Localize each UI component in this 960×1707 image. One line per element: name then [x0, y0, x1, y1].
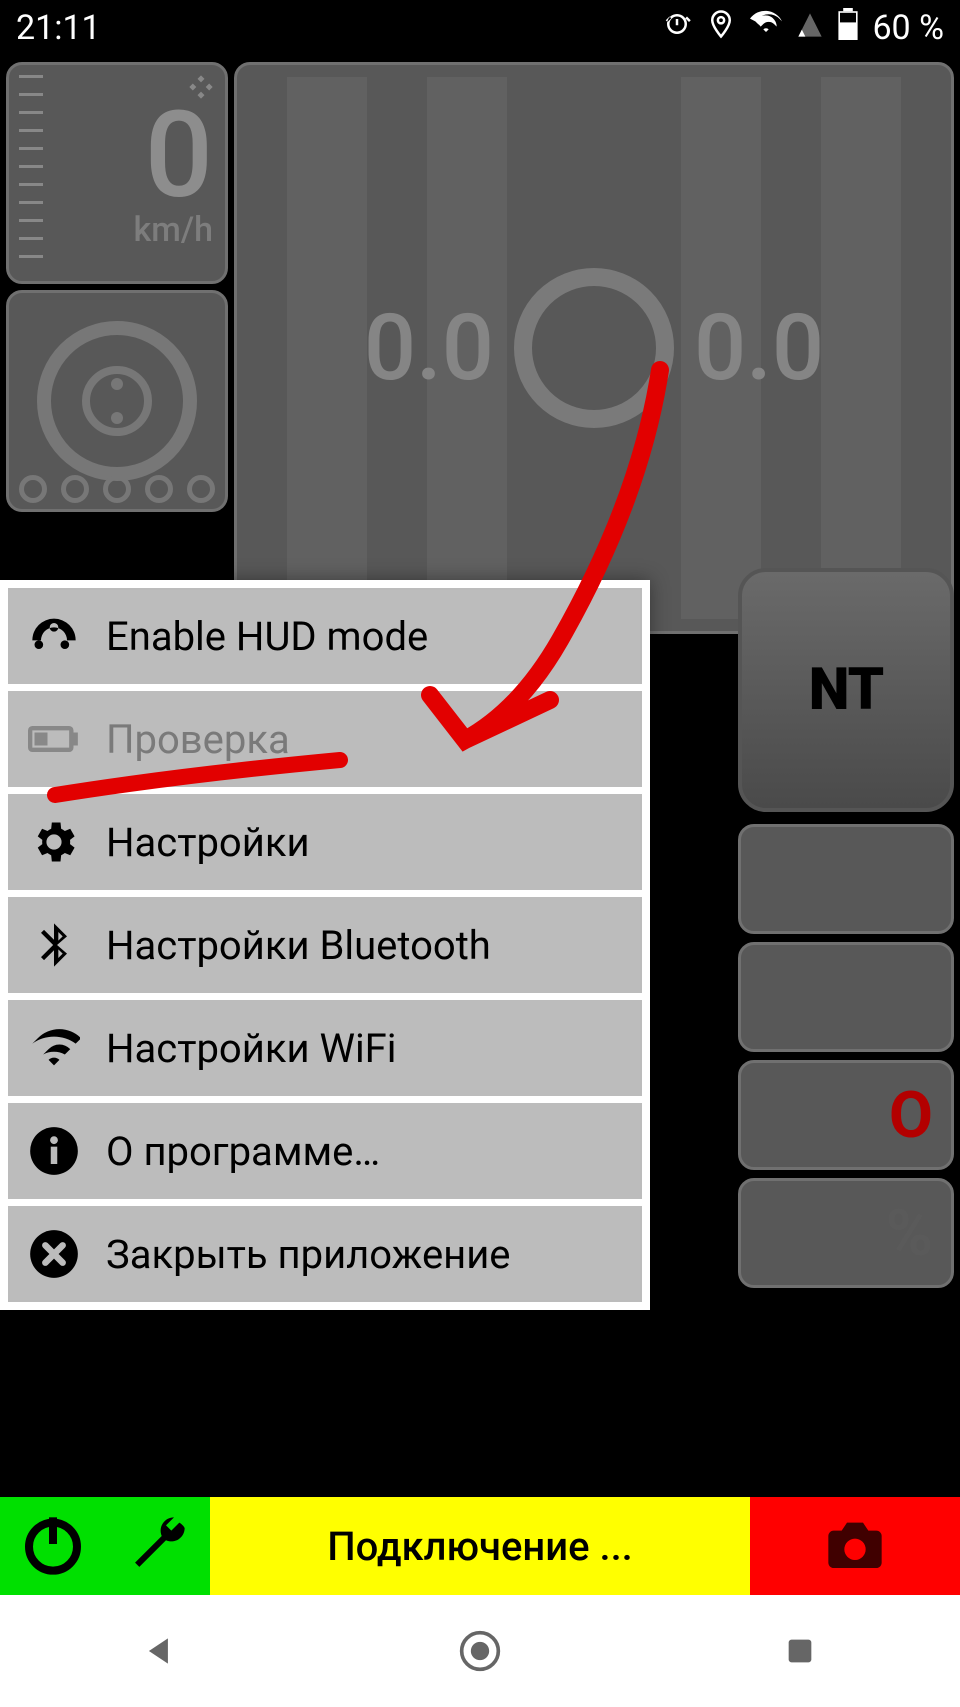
- main-right-value: 0.0: [694, 295, 824, 402]
- info-row-1[interactable]: [738, 824, 954, 934]
- nav-home[interactable]: [440, 1611, 520, 1691]
- menu-close-app[interactable]: Закрыть приложение: [8, 1206, 642, 1302]
- gauge-dots: [19, 475, 215, 503]
- menu-item-label: Закрыть приложение: [106, 1231, 511, 1278]
- battery-icon: [838, 8, 858, 49]
- bluetooth-icon: [26, 917, 82, 973]
- signal-icon: [796, 8, 824, 48]
- info-icon: [26, 1123, 82, 1179]
- info-row-2[interactable]: [738, 942, 954, 1052]
- battery-icon: [26, 711, 82, 767]
- menu-wifi[interactable]: Настройки WiFi: [8, 1000, 642, 1096]
- speed-unit: km/h: [133, 210, 213, 250]
- alarm-icon: [662, 8, 692, 48]
- wifi-icon: [750, 8, 782, 49]
- menu-item-label: Настройки Bluetooth: [106, 922, 491, 969]
- status-bar: 21:11 60 %: [0, 0, 960, 56]
- menu-item-label: Настройки WiFi: [106, 1025, 397, 1072]
- menu-about[interactable]: О программе…: [8, 1103, 642, 1199]
- location-icon: [706, 8, 736, 48]
- action-status[interactable]: Подключение ...: [210, 1497, 750, 1595]
- menu-bluetooth[interactable]: Настройки Bluetooth: [8, 897, 642, 993]
- gauge-ring: [37, 321, 197, 481]
- gauge-panel[interactable]: [6, 290, 228, 512]
- gear-icon: [26, 814, 82, 870]
- action-camera[interactable]: [750, 1497, 960, 1595]
- action-power-tools[interactable]: [0, 1497, 210, 1595]
- context-menu: Enable HUD mode Проверка Настройки Настр…: [0, 580, 650, 1310]
- big-button[interactable]: NT: [738, 568, 954, 812]
- info-row-3[interactable]: O: [738, 1060, 954, 1170]
- camera-icon: [823, 1512, 887, 1580]
- info-row-4[interactable]: %: [738, 1178, 954, 1288]
- main-left-value: 0.0: [364, 295, 494, 402]
- big-button-label: NT: [809, 656, 884, 724]
- speed-panel[interactable]: 0 km/h: [6, 62, 228, 284]
- wrench-icon: [126, 1512, 190, 1580]
- menu-item-label: О программе…: [106, 1128, 380, 1175]
- speed-value: 0: [145, 96, 213, 216]
- nav-recent[interactable]: [760, 1611, 840, 1691]
- power-icon: [21, 1512, 85, 1580]
- menu-item-label: Настройки: [106, 819, 310, 866]
- speed-ticks: [19, 75, 43, 271]
- close-icon: [26, 1226, 82, 1282]
- nav-bar: [0, 1595, 960, 1707]
- dashboard-icon: [26, 608, 82, 664]
- status-text: Подключение ...: [327, 1523, 633, 1570]
- menu-item-label: Проверка: [106, 716, 290, 763]
- main-center-circle: [514, 268, 674, 428]
- action-bar: Подключение ...: [0, 1497, 960, 1595]
- menu-settings[interactable]: Настройки: [8, 794, 642, 890]
- main-panel[interactable]: 0.0 0.0: [234, 62, 954, 634]
- nav-back[interactable]: [120, 1611, 200, 1691]
- wifi-icon: [26, 1020, 82, 1076]
- menu-item-label: Enable HUD mode: [106, 613, 428, 660]
- battery-percent: 60 %: [872, 8, 944, 48]
- satellite-icon: [187, 73, 215, 105]
- menu-enable-hud[interactable]: Enable HUD mode: [8, 588, 642, 684]
- menu-check: Проверка: [8, 691, 642, 787]
- clock: 21:11: [16, 8, 101, 48]
